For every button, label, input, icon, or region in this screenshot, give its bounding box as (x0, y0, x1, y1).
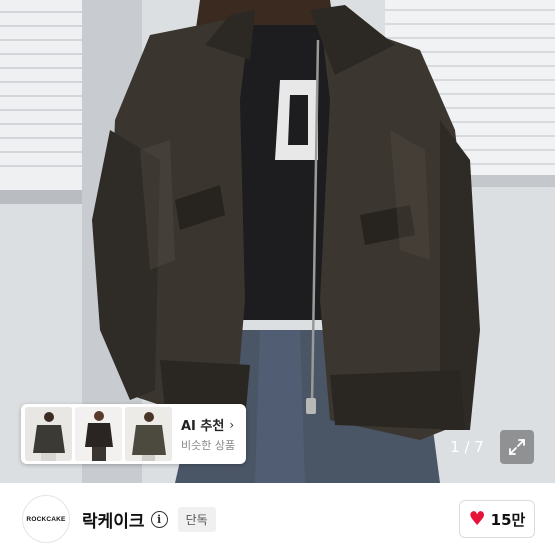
chevron-right-icon: › (229, 417, 235, 432)
ai-thumbnail-2[interactable] (75, 407, 122, 461)
ai-title-row: AI 추천 › (181, 415, 235, 435)
ai-card-text: AI 추천 › 비슷한 상품 (181, 415, 235, 453)
heart-icon: ♥ (468, 507, 486, 530)
like-button[interactable]: ♥ 15만 (459, 500, 535, 538)
jacket-thumb-1-icon (25, 407, 72, 461)
avatar-logo-text: ROCKCAKE (26, 515, 66, 523)
expand-button[interactable] (500, 430, 534, 464)
jacket-thumb-3-icon (125, 407, 172, 461)
info-icon[interactable]: i (150, 510, 168, 528)
ai-thumbnail-1[interactable] (25, 407, 72, 461)
seller-bar: ROCKCAKE 락케이크 i 단독 ♥ 15만 (0, 483, 555, 555)
like-count: 15만 (490, 510, 526, 529)
seller-avatar[interactable]: ROCKCAKE (22, 495, 70, 543)
expand-icon (509, 439, 525, 455)
ai-title: AI 추천 (181, 419, 225, 434)
exclusive-badge: 단독 (177, 506, 216, 532)
jacket-thumb-2-icon (75, 407, 122, 461)
image-counter: 1 / 7 (450, 438, 484, 456)
ai-subtitle: 비슷한 상품 (181, 439, 236, 452)
ai-thumbnail-3[interactable] (125, 407, 172, 461)
ai-recommendation-card[interactable]: AI 추천 › 비슷한 상품 (21, 404, 246, 464)
seller-name[interactable]: 락케이크 (82, 507, 145, 532)
